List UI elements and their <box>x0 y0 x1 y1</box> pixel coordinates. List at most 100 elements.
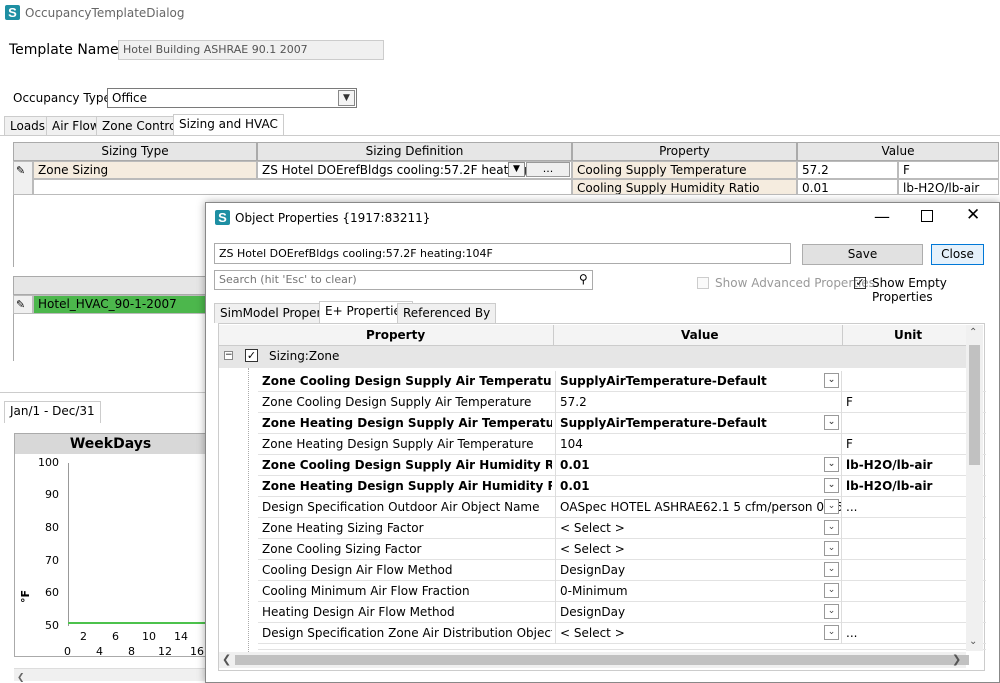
property-value[interactable]: 104 <box>555 434 842 455</box>
chevron-down-icon[interactable]: ⌄ <box>824 415 839 430</box>
property-value[interactable]: DesignDay ⌄ <box>555 560 842 581</box>
property-value[interactable]: SupplyAirTemperature-Default ⌄ <box>555 371 842 392</box>
prop-value-cooling-temp[interactable]: 57.2 <box>797 161 898 179</box>
search-box[interactable]: ⚲ <box>214 270 593 290</box>
property-value[interactable]: < Select > ⌄ <box>555 623 842 644</box>
col-header-sizing-type[interactable]: Sizing Type <box>13 142 257 161</box>
property-row[interactable]: Zone Cooling Design Supply Air Temperatu… <box>258 392 986 413</box>
property-value[interactable]: 0.01 ⌄ <box>555 455 842 476</box>
property-name: Zone Heating Sizing Factor <box>262 521 424 535</box>
group-checkbox[interactable]: ✓ <box>245 349 258 362</box>
col-header-value[interactable]: Value <box>797 142 999 161</box>
col-header-property[interactable]: Property <box>572 142 797 161</box>
ellipsis-button[interactable]: ... <box>526 162 570 177</box>
property-row[interactable]: Zone Cooling Design Supply Air Temperatu… <box>258 371 986 392</box>
property-row[interactable]: Zone Heating Sizing Factor < Select > ⌄ <box>258 518 986 539</box>
dialog-title: Object Properties {1917:83211} <box>235 211 431 225</box>
x-tick: 14 <box>174 630 188 643</box>
chevron-down-icon[interactable]: ⌄ <box>824 520 839 535</box>
schedule-scrollbar[interactable]: ❮ <box>14 668 206 683</box>
properties-header <box>219 325 966 346</box>
show-empty-checkbox[interactable]: ✓ <box>854 277 866 289</box>
property-row[interactable]: Heating Design Air Flow Method DesignDay… <box>258 602 986 623</box>
property-row-partial <box>258 644 986 650</box>
tab-referenced-by[interactable]: Referenced By <box>397 303 497 323</box>
collapse-icon[interactable]: − <box>224 351 233 360</box>
chevron-down-icon[interactable]: ⌄ <box>824 625 839 640</box>
col-header-property[interactable]: Property <box>366 328 425 342</box>
property-row[interactable]: Cooling Design Air Flow Method DesignDay… <box>258 560 986 581</box>
prop-value-humidity[interactable]: 0.01 <box>797 179 898 195</box>
tree-line <box>248 368 249 658</box>
property-value-text: SupplyAirTemperature-Default <box>560 374 767 388</box>
chevron-up-icon[interactable]: ⌃ <box>969 327 977 338</box>
chevron-left-icon[interactable]: ❮ <box>222 653 231 666</box>
property-row[interactable]: Zone Cooling Design Supply Air Humidity … <box>258 455 986 476</box>
sizing-type-cell[interactable]: Zone Sizing <box>33 161 257 179</box>
search-icon[interactable]: ⚲ <box>579 272 588 286</box>
y-tick: 60 <box>45 586 59 599</box>
tab-loads[interactable]: Loads <box>4 116 52 136</box>
chevron-down-icon[interactable]: ⌄ <box>824 373 839 388</box>
chevron-down-icon[interactable]: ⌄ <box>824 541 839 556</box>
occupancy-type-select[interactable]: Office ▼ <box>107 88 357 108</box>
property-row[interactable]: Zone Heating Design Supply Air Humidity … <box>258 476 986 497</box>
h-scroll-thumb[interactable] <box>235 655 969 665</box>
minimize-icon[interactable]: — <box>874 207 890 226</box>
chevron-down-icon[interactable]: ▼ <box>508 162 525 177</box>
prop-unit-humidity: lb-H2O/lb-air <box>898 179 999 195</box>
hvac-row-selector[interactable]: ✎ <box>13 295 33 314</box>
property-name: Zone Cooling Design Supply Air Temperatu… <box>262 395 532 409</box>
property-row[interactable]: Zone Cooling Sizing Factor < Select > ⌄ <box>258 539 986 560</box>
property-unit: ... <box>846 626 858 640</box>
chevron-left-icon[interactable]: ❮ <box>17 673 25 683</box>
chevron-down-icon[interactable]: ⌄ <box>969 636 977 647</box>
maximize-icon[interactable] <box>921 210 933 222</box>
chevron-down-icon[interactable]: ⌄ <box>824 499 839 514</box>
property-value[interactable]: OASpec HOTEL ASHRAE62.1 5 cfm/person 0.0… <box>555 497 842 518</box>
tab-schedule-range[interactable]: Jan/1 - Dec/31 <box>4 401 101 423</box>
close-button[interactable]: Close <box>931 244 984 265</box>
property-value-text: DesignDay <box>560 563 626 577</box>
hvac-row[interactable]: Hotel_HVAC_90-1-2007 <box>33 295 208 314</box>
property-row[interactable]: Zone Heating Design Supply Air Temperatu… <box>258 434 986 455</box>
x-tick: 0 <box>64 645 71 658</box>
prop-name-cooling-temp: Cooling Supply Temperature <box>572 161 797 179</box>
row-selector[interactable]: ✎ <box>13 161 33 195</box>
tab-sizing-hvac[interactable]: Sizing and HVAC <box>173 114 284 136</box>
show-advanced-checkbox[interactable] <box>697 277 709 289</box>
property-value[interactable]: SupplyAirTemperature-Default ⌄ <box>555 413 842 434</box>
col-header-unit[interactable]: Unit <box>894 328 922 342</box>
prop-unit-cooling-temp: F <box>898 161 999 179</box>
chevron-down-icon[interactable]: ▼ <box>338 90 355 106</box>
property-value[interactable]: 0.01 ⌄ <box>555 476 842 497</box>
chevron-down-icon[interactable]: ⌄ <box>824 478 839 493</box>
chevron-down-icon[interactable]: ⌄ <box>824 583 839 598</box>
chevron-down-icon[interactable]: ⌄ <box>824 457 839 472</box>
property-row[interactable]: Zone Heating Design Supply Air Temperatu… <box>258 413 986 434</box>
property-value[interactable]: < Select > ⌄ <box>555 518 842 539</box>
chevron-down-icon[interactable]: ⌄ <box>824 604 839 619</box>
property-row[interactable]: Design Specification Outdoor Air Object … <box>258 497 986 518</box>
template-name-field[interactable]: Hotel Building ASHRAE 90.1 2007 <box>118 40 384 60</box>
chevron-right-icon[interactable]: ❯ <box>952 653 961 666</box>
property-value[interactable]: 57.2 <box>555 392 842 413</box>
property-value[interactable]: 0-Minimum ⌄ <box>555 581 842 602</box>
col-header-sizing-definition[interactable]: Sizing Definition <box>257 142 572 161</box>
occupancy-type-label: Occupancy Type : <box>13 91 119 105</box>
x-tick: 16 <box>190 645 204 658</box>
save-button[interactable]: Save <box>802 244 923 265</box>
app-logo-icon: S <box>215 210 230 225</box>
property-value[interactable]: < Select > ⌄ <box>555 539 842 560</box>
property-row[interactable]: Cooling Minimum Air Flow Fraction 0-Minim… <box>258 581 986 602</box>
scroll-thumb[interactable] <box>969 345 980 465</box>
property-row[interactable]: Design Specification Zone Air Distributi… <box>258 623 986 644</box>
chevron-down-icon[interactable]: ⌄ <box>824 562 839 577</box>
object-name-field[interactable]: ZS Hotel DOErefBldgs cooling:57.2F heati… <box>214 243 791 264</box>
col-header-value[interactable]: Value <box>681 328 719 342</box>
close-icon[interactable]: ✕ <box>966 205 980 225</box>
property-value[interactable]: DesignDay ⌄ <box>555 602 842 623</box>
x-tick: 8 <box>128 645 135 658</box>
sizing-definition-value: ZS Hotel DOErefBldgs cooling:57.2F heati… <box>262 163 547 177</box>
search-input[interactable] <box>215 271 565 288</box>
